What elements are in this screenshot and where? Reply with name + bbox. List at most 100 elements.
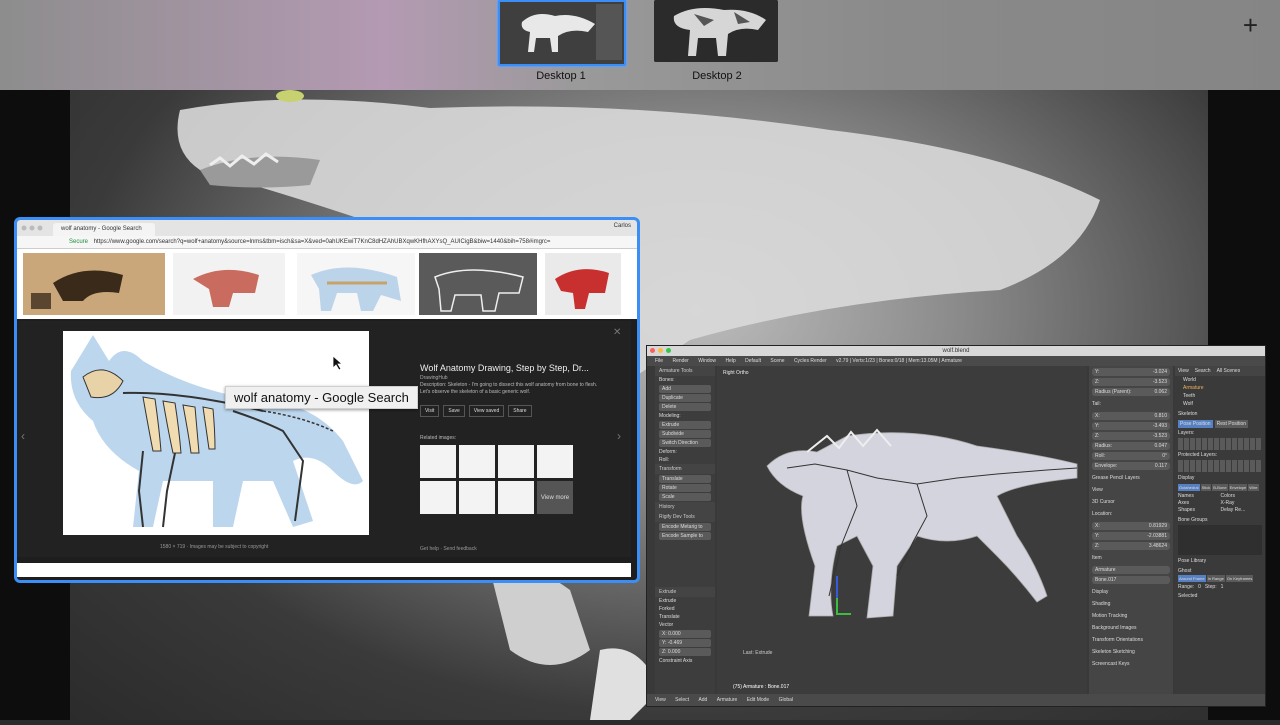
cursor-z-field[interactable]: Z: 3.48624 [1092, 542, 1170, 550]
related-image[interactable] [537, 445, 573, 478]
plus-icon[interactable]: + [1243, 10, 1258, 41]
wolf-armature-model[interactable] [717, 366, 1087, 666]
share-button[interactable]: Share [508, 405, 532, 417]
result-image-2[interactable] [173, 253, 285, 315]
encode-sample-button[interactable]: Encode Sample to [659, 532, 711, 540]
history-header[interactable]: History [655, 502, 715, 512]
head-z-field[interactable]: Z: -3.523 [1092, 378, 1170, 386]
chrome-user-name[interactable]: Carlos [614, 223, 631, 229]
outliner-view-menu[interactable]: View [1178, 368, 1189, 374]
ghost-on-keyframes[interactable]: On Keyframes [1225, 575, 1254, 582]
add-menu[interactable]: Add [698, 697, 707, 703]
prev-arrow-icon[interactable]: ‹ [21, 429, 25, 443]
save-button[interactable]: Save [443, 405, 465, 417]
result-source[interactable]: DrawingHub [420, 375, 448, 381]
menu-file[interactable]: File [655, 358, 663, 364]
screencast-keys-panel[interactable]: Screencast Keys [1089, 658, 1173, 670]
encode-metarig-button[interactable]: Encode Metarig to [659, 523, 711, 531]
related-image[interactable] [459, 445, 495, 478]
selected-checkbox[interactable]: Selected [1175, 592, 1265, 600]
cursor-y-field[interactable]: Y: -2.03881 [1092, 532, 1170, 540]
outliner-item-wolf[interactable]: Wolf [1175, 400, 1265, 408]
tail-x-field[interactable]: X: 0.810 [1092, 412, 1170, 420]
radius-field[interactable]: Radius: 0.047 [1092, 442, 1170, 450]
related-image[interactable] [498, 445, 534, 478]
colors-checkbox[interactable]: Colors [1221, 493, 1263, 499]
desktop-2-thumbnail[interactable] [654, 0, 778, 62]
background-images-panel[interactable]: Background Images [1089, 622, 1173, 634]
menu-render[interactable]: Render [672, 358, 688, 364]
armature-tools-header[interactable]: Armature Tools [655, 366, 715, 376]
render-engine-select[interactable]: Cycles Render [794, 358, 827, 364]
vector-z-field[interactable]: Z: 0.000 [659, 648, 711, 656]
duplicate-button[interactable]: Duplicate [659, 394, 711, 402]
outliner-item-armature[interactable]: Armature [1175, 384, 1265, 392]
axes-checkbox[interactable]: Axes [1178, 500, 1220, 506]
related-image[interactable] [420, 445, 456, 478]
wolf-skeleton-preview-image[interactable] [63, 331, 369, 535]
scene-select[interactable]: Scene [770, 358, 784, 364]
result-image-5[interactable] [545, 253, 621, 315]
grease-pencil-panel[interactable]: Grease Pencil Layers [1089, 472, 1173, 484]
skeleton-sketching-panel[interactable]: Skeleton Sketching [1089, 646, 1173, 658]
extrude-button[interactable]: Extrude [659, 421, 711, 429]
result-title[interactable]: Wolf Anatomy Drawing, Step by Step, Dr..… [420, 363, 610, 373]
item-bone-field[interactable]: Bone.017 [1092, 576, 1170, 584]
cursor-x-field[interactable]: X: 0.81929 [1092, 522, 1170, 530]
layers-grid[interactable] [1178, 438, 1262, 450]
desktop-1-thumbnail[interactable] [498, 0, 626, 66]
roll-field[interactable]: Roll: 0° [1092, 452, 1170, 460]
3d-cursor-panel[interactable]: 3D Cursor [1089, 496, 1173, 508]
item-panel[interactable]: Item [1089, 552, 1173, 564]
related-image[interactable] [459, 481, 495, 514]
rest-position-button[interactable]: Rest Position [1214, 420, 1249, 428]
window-controls-icon[interactable] [650, 348, 671, 353]
bone-groups-panel[interactable]: Bone Groups [1175, 515, 1265, 525]
layout-select[interactable]: Default [745, 358, 761, 364]
result-image-4[interactable] [419, 253, 537, 315]
vector-x-field[interactable]: X: 0.000 [659, 630, 711, 638]
display-wire[interactable]: Wire [1248, 484, 1259, 491]
display-panel[interactable]: Display [1089, 586, 1173, 598]
subdivide-button[interactable]: Subdivide [659, 430, 711, 438]
forked-checkbox[interactable]: Forked [655, 605, 715, 613]
shading-panel[interactable]: Shading [1089, 598, 1173, 610]
transform-orientations-panel[interactable]: Transform Orientations [1089, 634, 1173, 646]
related-image[interactable] [420, 481, 456, 514]
delete-button[interactable]: Delete [659, 403, 711, 411]
related-image[interactable] [498, 481, 534, 514]
tail-y-field[interactable]: Y: -3.493 [1092, 422, 1170, 430]
close-icon[interactable]: ✕ [613, 327, 621, 338]
display-panel[interactable]: Display [1175, 472, 1265, 484]
outliner-item-world[interactable]: World [1175, 376, 1265, 384]
desktop-2-label[interactable]: Desktop 2 [647, 70, 787, 82]
head-y-field[interactable]: Y: -3.024 [1092, 368, 1170, 376]
tail-z-field[interactable]: Z: -3.523 [1092, 432, 1170, 440]
extrude-operator-header[interactable]: Extrude [655, 587, 715, 597]
pose-library-panel[interactable]: Pose Library [1175, 555, 1265, 567]
display-stick[interactable]: Stick [1200, 484, 1212, 491]
ghost-in-range[interactable]: In Range [1206, 575, 1225, 582]
address-bar[interactable]: Secure https://www.google.com/search?q=w… [17, 236, 637, 249]
outliner-item-teeth[interactable]: Teeth [1175, 392, 1265, 400]
add-bone-button[interactable]: Add [659, 385, 711, 393]
display-envelope[interactable]: Envelope [1228, 484, 1248, 491]
tab-wolf-anatomy[interactable]: wolf anatomy - Google Search [53, 223, 155, 236]
ghost-around-frame[interactable]: Around Frame [1178, 575, 1206, 582]
switch-direction-button[interactable]: Switch Direction [659, 439, 711, 447]
display-bbone[interactable]: B-Bone [1212, 484, 1228, 491]
more-results-strip[interactable] [17, 563, 631, 577]
delay-refresh-checkbox[interactable]: Delay Re... [1221, 507, 1263, 513]
menu-help[interactable]: Help [725, 358, 735, 364]
translate-button[interactable]: Translate [659, 475, 711, 483]
mode-select[interactable]: Edit Mode [747, 697, 770, 703]
item-object-field[interactable]: Armature [1092, 566, 1170, 574]
step-field[interactable]: 1 [1221, 584, 1224, 590]
vector-y-field[interactable]: Y: -0.469 [659, 639, 711, 647]
view-panel[interactable]: View [1089, 484, 1173, 496]
blender-window[interactable]: wolf.blend File Render Window Help Defau… [646, 345, 1266, 707]
3d-viewport[interactable]: Right Ortho Last: Extrude (75) Armature … [717, 366, 1087, 694]
scale-button[interactable]: Scale [659, 493, 711, 501]
feedback-links[interactable]: Get help · Send feedback [420, 546, 477, 552]
xray-checkbox[interactable]: X-Ray [1221, 500, 1263, 506]
